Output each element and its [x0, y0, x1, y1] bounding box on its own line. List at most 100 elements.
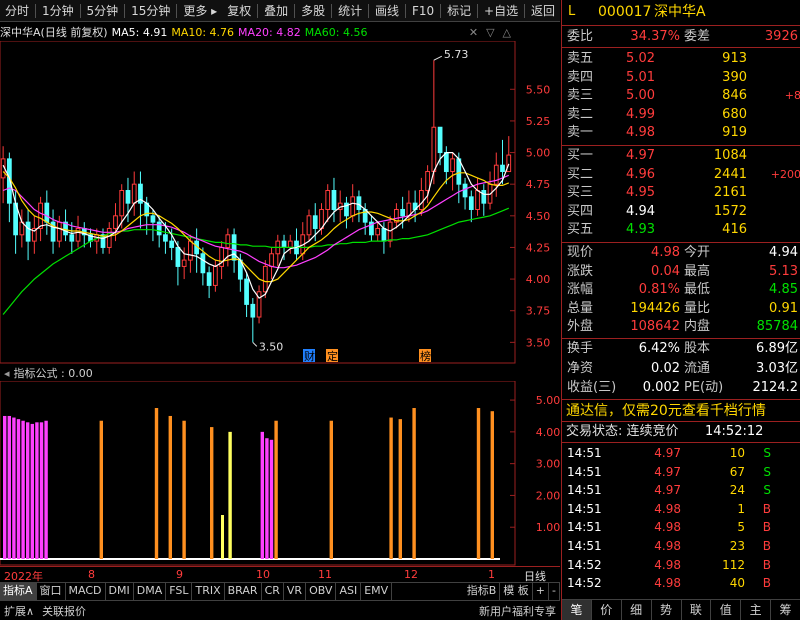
date-tick: 11	[318, 568, 332, 581]
indicator-tab[interactable]: BRAR	[225, 582, 262, 600]
sell-label: 卖三	[567, 88, 594, 104]
promo-link[interactable]: 新用户福利专享	[475, 603, 560, 619]
indicator-bar	[16, 419, 21, 559]
indicator-tab[interactable]: 指标A	[0, 582, 37, 600]
period-tab-more[interactable]: 更多 ▸	[178, 2, 222, 19]
candle-body	[181, 259, 187, 267]
tick-row[interactable]: 14:51 4.98 23 B	[562, 537, 800, 555]
close-icon[interactable]: ✕	[469, 26, 478, 39]
quote-tab[interactable]: 联	[682, 600, 712, 620]
add-watchlist-button[interactable]: +自选	[479, 2, 523, 19]
stat-value: 0.91	[769, 300, 798, 316]
candle-body	[262, 265, 268, 293]
candle-body	[468, 196, 474, 210]
indicator-tab[interactable]: TRIX	[192, 582, 225, 600]
indicator-chart[interactable]: 5.00 4.00 3.00 2.00 1.00	[0, 381, 560, 566]
promo-text: 通达信，仅需20元查看千档行情	[566, 403, 766, 419]
tick-row[interactable]: 14:51 4.97 67 S	[562, 463, 800, 481]
promo-row[interactable]: 通达信，仅需20元查看千档行情	[562, 401, 800, 421]
event-tag-bang[interactable]: 榜	[420, 349, 431, 363]
indicator-tab[interactable]: VR	[284, 582, 307, 600]
quote-tab[interactable]: 筹	[771, 600, 800, 620]
indicator-tab-right[interactable]: +	[533, 582, 550, 600]
event-tag-ding[interactable]: 定	[327, 349, 338, 363]
indicator-tab[interactable]: CR	[262, 582, 284, 600]
stat-row: 涨幅 0.81% 最低 4.85	[562, 281, 800, 299]
quote-tab[interactable]: 主	[741, 600, 772, 620]
footer-bar: 扩展∧ 关联报价 新用户福利专享	[0, 600, 560, 620]
indicator-tab-right[interactable]: -	[549, 582, 560, 600]
tick-price: 4.97	[654, 464, 681, 479]
tick-row[interactable]: 14:51 4.97 10 S	[562, 444, 800, 462]
multi-stock-button[interactable]: 多股	[296, 2, 330, 19]
candle-body	[69, 234, 75, 242]
overlay-button[interactable]: 叠加	[259, 2, 293, 19]
tick-row[interactable]: 14:52 4.98 112 B	[562, 556, 800, 574]
stat-label: 收益(三)	[567, 380, 617, 395]
chevron-right-icon: ▸	[211, 4, 218, 18]
back-button[interactable]: 返回	[526, 2, 560, 19]
indicator-bar	[26, 422, 30, 559]
candle-body	[44, 202, 50, 223]
expand-button[interactable]: 扩展∧	[0, 603, 38, 619]
indicator-tab[interactable]: MACD	[66, 582, 106, 600]
mark-button[interactable]: 标记	[442, 2, 476, 19]
buy-row: 买三 4.95 2161	[562, 184, 800, 202]
event-tag-cai[interactable]: 财	[304, 349, 315, 363]
indicator-tab[interactable]: OBV	[306, 582, 337, 600]
stat-value: 6.89亿	[756, 341, 798, 356]
candle-body	[206, 272, 212, 286]
quote-tab[interactable]: 细	[622, 600, 652, 620]
sell-change: +8	[784, 89, 800, 103]
top-toolbar: 分时 1分钟 5分钟 15分钟 更多 ▸ 复权 叠加 多股 统计 画线 F10 …	[0, 0, 560, 22]
sell-volume: 680	[722, 106, 747, 122]
quote-tab[interactable]: 势	[652, 600, 682, 620]
indicator-bar	[7, 415, 11, 559]
triangle-up-icon[interactable]: △	[503, 26, 511, 39]
period-tab-1min[interactable]: 1分钟	[37, 2, 79, 19]
tick-row[interactable]: 14:51 4.97 24 S	[562, 481, 800, 499]
draw-line-button[interactable]: 画线	[370, 2, 404, 19]
candle-body	[400, 208, 406, 217]
period-tab-15min[interactable]: 15分钟	[126, 2, 175, 19]
indicator-tab-right[interactable]: 模 板	[500, 582, 533, 600]
tick-row[interactable]: 14:51 4.98 1 B	[562, 500, 800, 518]
related-quote-button[interactable]: 关联报价	[38, 603, 90, 619]
collapse-icon[interactable]: ◂	[4, 367, 10, 380]
buy-price: 4.94	[626, 203, 655, 219]
stat-row: 收益(三) 0.002 PE(动) 2124.2	[562, 379, 800, 397]
indicator-tab[interactable]: DMA	[134, 582, 167, 600]
fuquan-button[interactable]: 复权	[222, 2, 256, 19]
period-tab-fenshi[interactable]: 分时	[0, 2, 34, 19]
indicator-tab[interactable]: EMV	[361, 582, 393, 600]
period-tab-5min[interactable]: 5分钟	[82, 2, 124, 19]
sell-row: 卖三 5.00 846 +8	[562, 87, 800, 105]
quote-tab[interactable]: 笔	[562, 600, 592, 620]
quote-tab[interactable]: 值	[711, 600, 742, 620]
indicator-tab-right[interactable]: 指标B	[464, 582, 501, 600]
price-tick-label: 5.00	[526, 147, 551, 160]
statistics-button[interactable]: 统计	[333, 2, 367, 19]
quote-tab[interactable]: 价	[592, 600, 622, 620]
stat-row: 现价 4.98 今开 4.94	[562, 244, 800, 262]
indicator-tab[interactable]: ASI	[336, 582, 362, 600]
tick-row[interactable]: 14:52 4.98 40 B	[562, 574, 800, 592]
indicator-tick-label: 3.00	[536, 458, 560, 471]
candle-body	[443, 152, 449, 173]
candlestick-chart[interactable]: 5.50 5.25 5.00 4.75 4.50 4.25 4.00 3.75 3.50 5.73…	[0, 41, 560, 364]
triangle-down-icon[interactable]: ▽	[486, 26, 494, 39]
buy-row: 买五 4.93 416	[562, 221, 800, 239]
date-axis: 2022年 8 9 10 11 12 1 日线	[0, 566, 560, 583]
indicator-tick-label: 1.00	[536, 521, 560, 534]
stat-label: 现价	[567, 245, 594, 260]
indicator-tab[interactable]: DMI	[106, 582, 134, 600]
quote-header: L 000017 深中华A	[562, 2, 800, 22]
indicator-tab[interactable]: FSL	[166, 582, 193, 600]
stat-label: 今开	[684, 245, 711, 260]
tick-row[interactable]: 14:51 4.98 5 B	[562, 518, 800, 536]
stock-code: 000017	[598, 4, 652, 20]
indicator-bar	[412, 408, 416, 559]
quote-bottom-tabs: 笔价细势联值主筹	[562, 599, 800, 620]
indicator-tab[interactable]: 窗口	[37, 582, 66, 600]
f10-button[interactable]: F10	[407, 4, 439, 18]
